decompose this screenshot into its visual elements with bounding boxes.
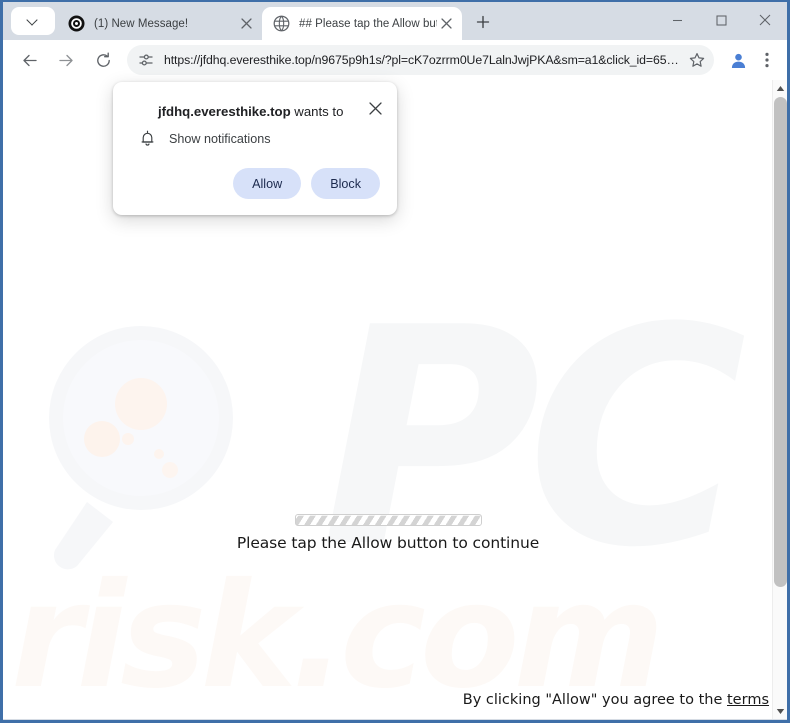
close-icon[interactable]: [365, 98, 385, 118]
chevron-down-icon: [28, 16, 38, 26]
forward-button[interactable]: [51, 45, 81, 75]
terms-link[interactable]: terms: [727, 692, 769, 708]
bell-icon: [139, 130, 156, 147]
maximize-icon: [715, 14, 727, 26]
scroll-up-button[interactable]: [773, 80, 787, 96]
tab-search-button[interactable]: [11, 7, 55, 35]
permission-title-suffix: wants to: [290, 104, 344, 119]
address-bar[interactable]: https://jfdhq.everesthike.top/n9675p9h1s…: [127, 45, 714, 75]
bookmark-star-icon[interactable]: [684, 47, 710, 73]
arrow-left-icon: [22, 54, 37, 66]
terms-disclaimer: By clicking "Allow" you agree to the ter…: [463, 692, 769, 708]
browser-menu-button[interactable]: [753, 45, 781, 75]
close-icon[interactable]: [437, 14, 456, 33]
close-icon: [759, 14, 771, 26]
browser-window: (1) New Message! ## Please tap the Allow…: [0, 0, 790, 723]
profile-avatar[interactable]: [723, 45, 753, 75]
block-button[interactable]: Block: [311, 168, 380, 199]
tab-title: ## Please tap the Allow button: [299, 17, 437, 30]
close-window-button[interactable]: [743, 3, 787, 37]
new-tab-button[interactable]: [469, 8, 497, 36]
browser-toolbar: https://jfdhq.everesthike.top/n9675p9h1s…: [3, 40, 787, 80]
scrollbar-thumb[interactable]: [774, 97, 787, 587]
minimize-icon: [672, 19, 682, 21]
page-headline: Please tap the Allow button to continue: [236, 534, 540, 552]
reload-button[interactable]: [88, 45, 118, 75]
maximize-button[interactable]: [699, 3, 743, 37]
close-icon[interactable]: [237, 14, 256, 33]
tab-new-message[interactable]: (1) New Message!: [57, 7, 262, 40]
tab-title: (1) New Message!: [94, 17, 189, 30]
terms-prefix-text: By clicking "Allow" you agree to the: [462, 692, 727, 708]
loading-progress-bar: [294, 514, 482, 526]
back-button[interactable]: [14, 45, 44, 75]
url-text: https://jfdhq.everesthike.top/n9675p9h1s…: [164, 53, 679, 67]
more-vertical-icon: [765, 52, 769, 68]
plus-icon: [476, 15, 490, 29]
page-center-content: Please tap the Allow button to continue: [3, 514, 773, 552]
minimize-button[interactable]: [655, 3, 699, 37]
arrow-right-icon: [58, 54, 73, 66]
caret-down-icon: [776, 708, 785, 714]
site-settings-icon[interactable]: [137, 51, 155, 69]
permission-actions: Allow Block: [233, 168, 380, 199]
permission-origin: jfdhq.everesthike.top: [158, 104, 291, 119]
globe-favicon-icon: [273, 15, 290, 32]
allow-button[interactable]: Allow: [233, 168, 302, 199]
scroll-down-button[interactable]: [773, 703, 787, 719]
reload-icon: [96, 52, 110, 67]
notification-permission-dialog: jfdhq.everesthike.top wants to Show noti…: [113, 82, 397, 215]
permission-request-row: Show notifications: [139, 130, 271, 147]
dark-circle-favicon-icon: [68, 15, 85, 32]
caret-up-icon: [776, 85, 785, 91]
page-scrollbar[interactable]: [772, 80, 787, 719]
window-controls: [655, 2, 787, 38]
person-icon: [731, 53, 745, 68]
permission-dialog-title: jfdhq.everesthike.top wants to: [158, 104, 343, 119]
domain-watermark: risk.com: [11, 552, 665, 719]
permission-label: Show notifications: [169, 131, 271, 146]
tab-please-tap-allow[interactable]: ## Please tap the Allow button: [262, 7, 462, 40]
